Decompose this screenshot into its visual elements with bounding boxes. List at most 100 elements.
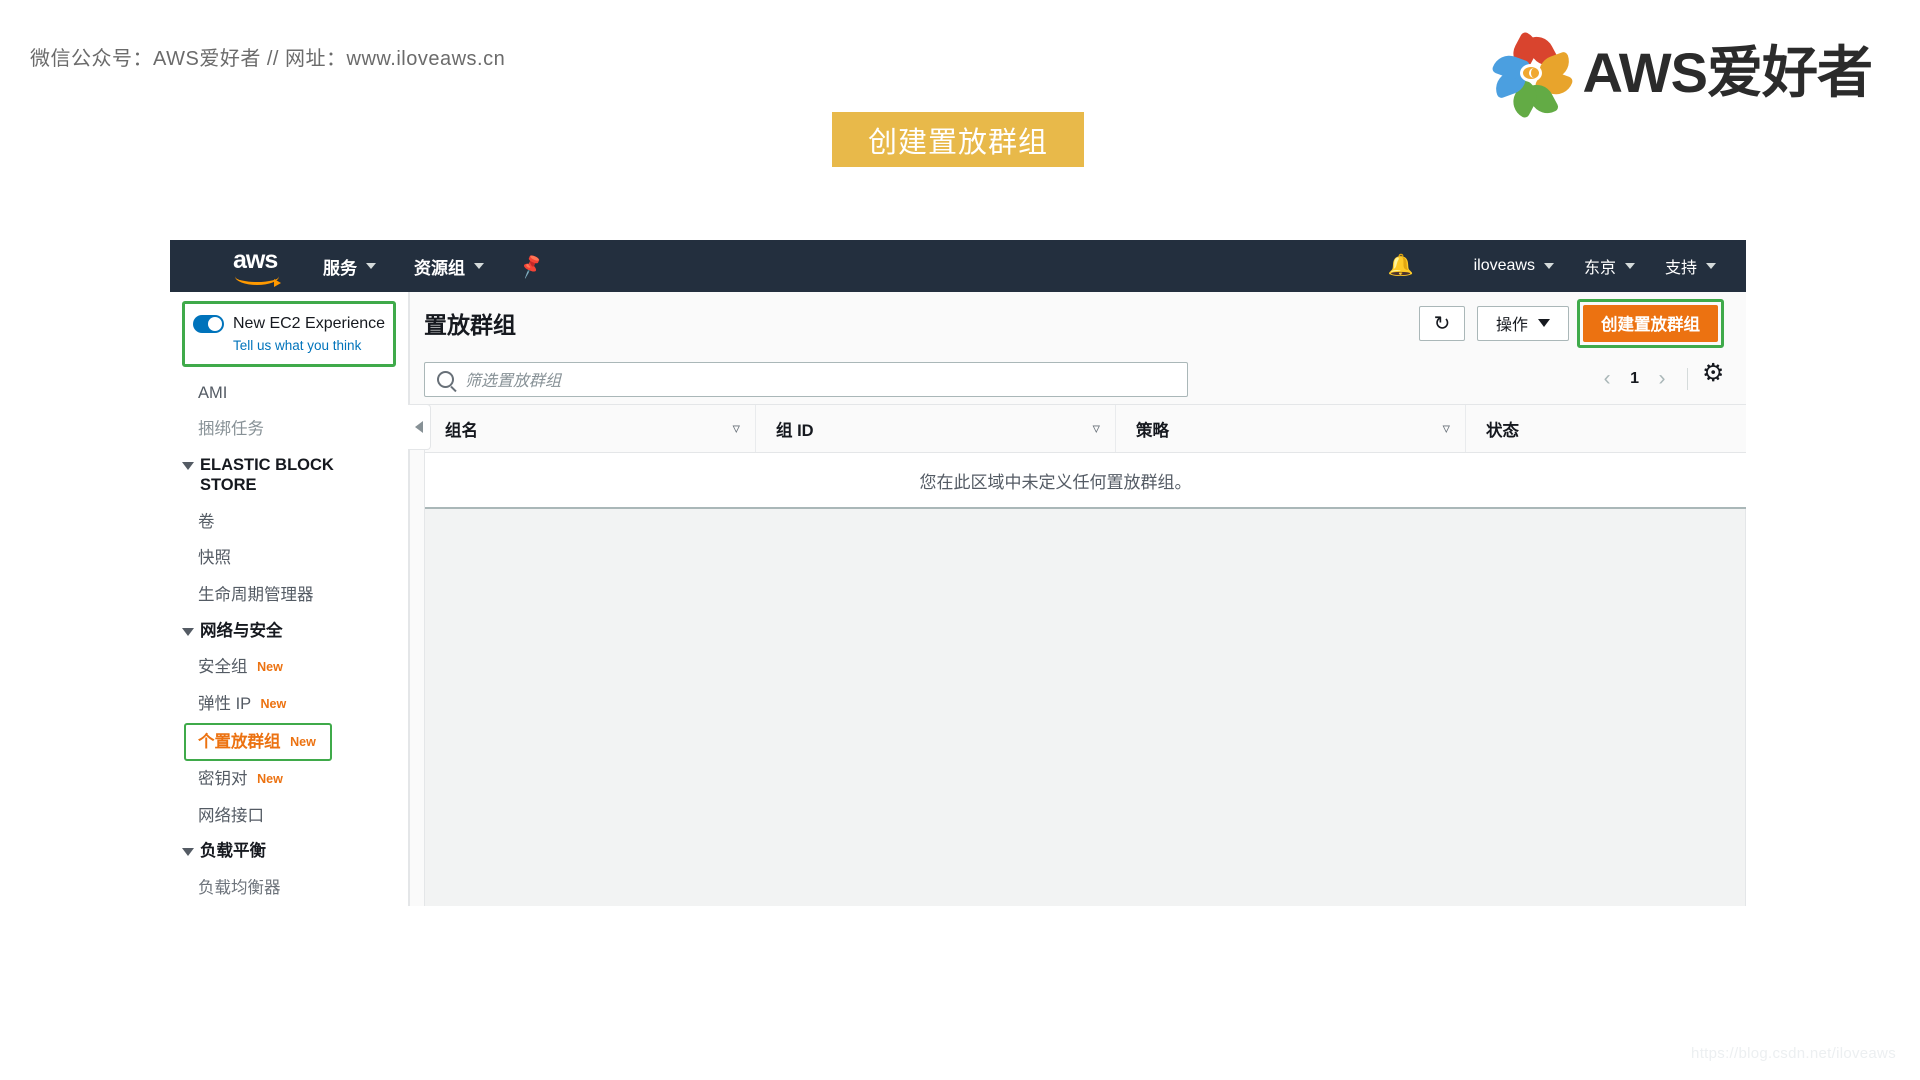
chevron-down-icon: [366, 263, 376, 269]
create-button-label: 创建置放群组: [1601, 316, 1700, 334]
aws-logo-text: aws: [233, 246, 278, 274]
sidebar-group-network-and-security[interactable]: 网络与安全: [170, 614, 408, 650]
column-header-policy[interactable]: 策略 ▿: [1115, 405, 1465, 452]
sidebar-item-elastic-ips[interactable]: 弹性 IP New: [170, 686, 408, 723]
chevron-down-icon: [1543, 263, 1554, 269]
empty-message-text: 您在此区域中未定义任何置放群组。: [919, 472, 1192, 492]
actions-dropdown-button[interactable]: 操作: [1477, 305, 1569, 341]
filter-row: 筛选置放群组 ‹ 1 ›: [410, 354, 1746, 404]
sidebar-item-volumes[interactable]: 卷: [170, 504, 408, 541]
gear-icon[interactable]: [1702, 361, 1724, 390]
sidebar-item-label: 安全组: [198, 658, 248, 677]
sidebar-item-ami[interactable]: AMI: [170, 375, 408, 412]
flower-logo-icon: [1491, 30, 1575, 120]
table-empty-message: 您在此区域中未定义任何置放群组。: [425, 453, 1746, 509]
new-ec2-experience-toggle[interactable]: [193, 315, 224, 333]
tell-us-what-you-think-link[interactable]: Tell us what you think: [233, 337, 385, 355]
refresh-icon: ↻: [1433, 312, 1451, 335]
pagination-prev-button[interactable]: ‹: [1592, 364, 1622, 394]
bell-icon[interactable]: 🔔: [1387, 254, 1413, 278]
search-input[interactable]: 筛选置放群组: [424, 361, 1188, 397]
aws-smile-icon: [235, 268, 281, 287]
console-topnav: aws 服务 资源组 📌 🔔 iloveaws 东京 支持: [170, 240, 1746, 292]
triangle-down-icon: [182, 462, 194, 471]
sidebar-group-load-balancing[interactable]: 负载平衡: [170, 834, 408, 870]
sidebar-item-security-groups[interactable]: 安全组 New: [170, 649, 408, 686]
column-label: 策略: [1136, 421, 1169, 440]
sidebar-group-label: 负载平衡: [200, 842, 266, 861]
chevron-down-icon: [1538, 319, 1550, 327]
sidebar-item-snapshots[interactable]: 快照: [170, 540, 408, 577]
column-header-group-id[interactable]: 组 ID ▿: [755, 405, 1115, 452]
sidebar-item-label: 快照: [198, 549, 231, 568]
sidebar-item-label: 弹性 IP: [198, 694, 251, 713]
column-header-state[interactable]: 状态: [1465, 405, 1746, 452]
table-header-row: 组名 ▿ 组 ID ▿ 策略 ▿ 状态: [425, 405, 1746, 453]
sidebar-group-elastic-block-store[interactable]: ELASTIC BLOCK STORE: [170, 448, 408, 504]
sidebar-item-lifecycle-manager[interactable]: 生命周期管理器: [170, 577, 408, 614]
nav-region[interactable]: 东京: [1584, 254, 1635, 278]
search-placeholder: 筛选置放群组: [465, 373, 562, 390]
pagination-page-number[interactable]: 1: [1622, 370, 1647, 388]
chevron-down-icon: [1706, 263, 1716, 269]
main-content: 置放群组 ↻ 操作 创建置放群组 筛选置放群组 ‹ 1 › ⚙ 组名 ▿ 组 I…: [409, 292, 1746, 906]
triangle-down-icon: [182, 848, 194, 857]
sidebar-item-load-balancers[interactable]: 负载均衡器: [170, 870, 408, 906]
chevron-down-icon: [1624, 263, 1635, 269]
sidebar-item-network-interfaces[interactable]: 网络接口: [170, 798, 408, 835]
watermark: https://blog.csdn.net/iloveaws: [1691, 1045, 1896, 1062]
search-icon: [437, 370, 454, 388]
refresh-button[interactable]: ↻: [1419, 305, 1465, 341]
header-actions: ↻ 操作 创建置放群组: [1419, 298, 1724, 348]
new-badge: New: [257, 772, 283, 787]
sidebar-collapse-handle[interactable]: [408, 404, 431, 450]
sidebar-item-key-pairs[interactable]: 密钥对 New: [170, 761, 408, 798]
create-placement-group-button[interactable]: 创建置放群组: [1583, 304, 1718, 342]
sidebar-item-label: AMI: [198, 383, 228, 402]
page-header: 微信公众号：AWS爱好者 // 网址：www.iloveaws.cn AWS爱好…: [0, 0, 1920, 130]
sidebar-nav-list: AMI 捆绑任务 ELASTIC BLOCK STORE 卷 快照 生命周期管理…: [170, 367, 408, 906]
aws-logo-icon[interactable]: aws: [233, 246, 285, 287]
nav-account-label: iloveaws: [1473, 257, 1535, 274]
chevron-down-icon: [474, 263, 484, 269]
triangle-down-icon: [182, 627, 194, 636]
sidebar-group-label: ELASTIC BLOCK STORE: [200, 456, 334, 494]
pagination: ‹ 1 ›: [1592, 361, 1724, 394]
nav-region-label: 东京: [1583, 260, 1616, 277]
sidebar-item-bundle-tasks[interactable]: 捆绑任务: [170, 411, 408, 448]
nav-resource-groups[interactable]: 资源组: [414, 254, 484, 279]
aws-console-window: aws 服务 资源组 📌 🔔 iloveaws 东京 支持 New EC2 Ex…: [170, 240, 1746, 906]
sidebar-item-label: 个置放群组: [198, 732, 281, 751]
nav-resource-groups-label: 资源组: [414, 258, 465, 278]
sidebar-item-label: 网络接口: [198, 806, 264, 825]
sidebar-item-placement-groups[interactable]: 个置放群组 New: [184, 722, 332, 762]
new-badge: New: [257, 660, 283, 675]
nav-support[interactable]: 支持: [1665, 254, 1716, 278]
sort-descending-icon: ▿: [1442, 420, 1450, 437]
actions-label: 操作: [1495, 317, 1528, 334]
sidebar-group-label: 网络与安全: [200, 621, 283, 640]
sidebar-item-label: 生命周期管理器: [198, 585, 314, 604]
column-header-group-name[interactable]: 组名 ▿: [425, 405, 755, 452]
wechat-contact-line: 微信公众号：AWS爱好者 // 网址：www.iloveaws.cn: [30, 48, 506, 70]
nav-support-label: 支持: [1664, 260, 1697, 277]
slide-title-text: 创建置放群组: [867, 126, 1048, 159]
sidebar-item-label: 捆绑任务: [198, 420, 264, 439]
brand-logo: AWS爱好者: [1491, 30, 1873, 120]
sidebar-item-label: 卷: [198, 512, 215, 531]
topnav-right: 🔔 iloveaws 东京 支持: [1387, 240, 1716, 292]
column-label: 组 ID: [776, 421, 814, 440]
sidebar-item-label: 负载均衡器: [198, 879, 281, 898]
nav-account[interactable]: iloveaws: [1474, 257, 1554, 275]
new-ec2-experience-text: New EC2 Experience Tell us what you thin…: [233, 313, 385, 355]
pin-icon[interactable]: 📌: [517, 252, 545, 279]
pagination-next-button[interactable]: ›: [1647, 364, 1677, 394]
sidebar: New EC2 Experience Tell us what you thin…: [170, 292, 409, 906]
placement-groups-table: 组名 ▿ 组 ID ▿ 策略 ▿ 状态 您在此区域中未定义任何置放群组。: [424, 404, 1746, 509]
column-label: 组名: [445, 421, 478, 440]
page-title: 置放群组: [424, 312, 516, 338]
slide-title-banner: 创建置放群组: [832, 112, 1084, 167]
content-header: 置放群组 ↻ 操作 创建置放群组: [410, 292, 1746, 354]
brand-name: AWS爱好者: [1582, 41, 1873, 104]
nav-services[interactable]: 服务: [323, 254, 376, 279]
